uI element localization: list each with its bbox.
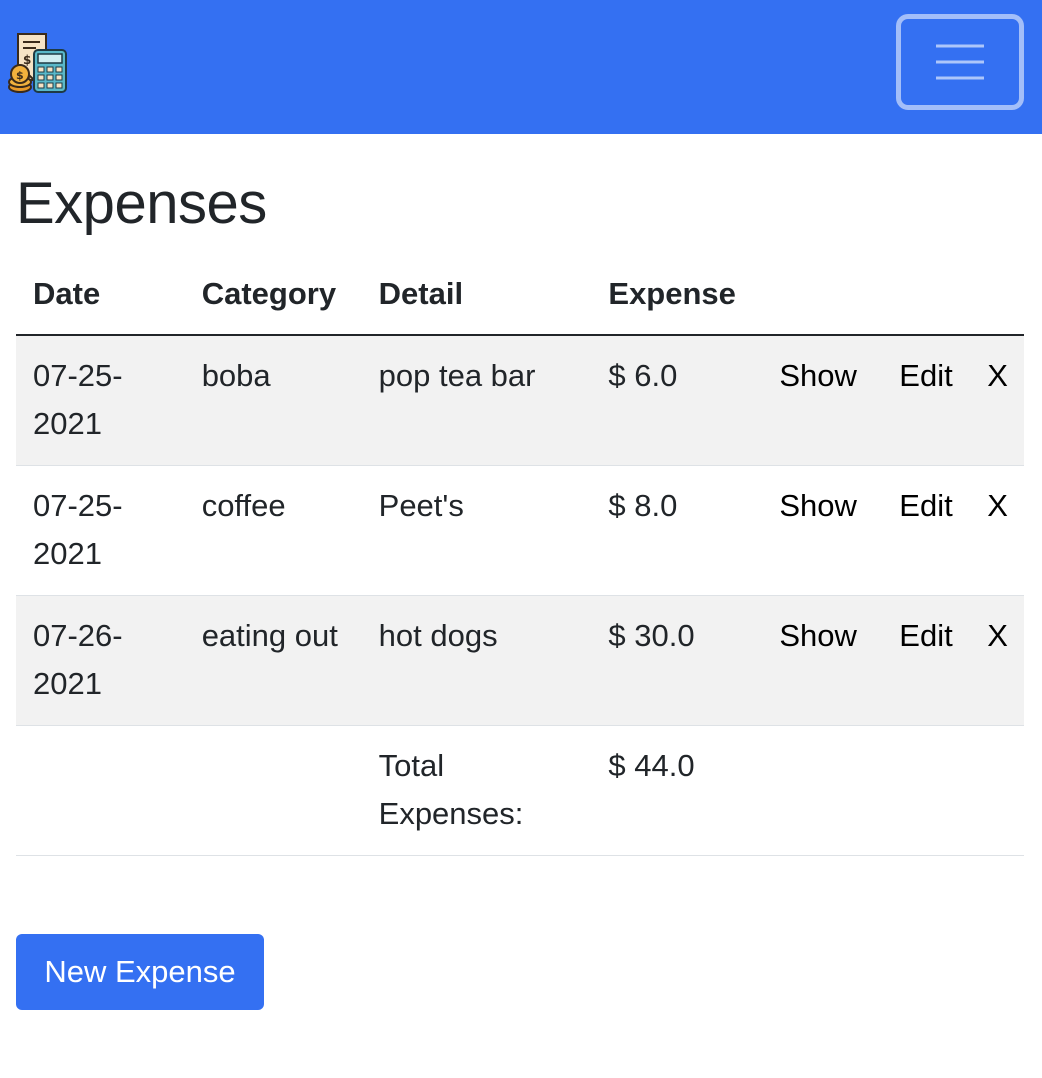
brand-logo-link[interactable]: $ $ xyxy=(6,30,72,96)
cell-edit: Edit xyxy=(882,595,971,726)
total-value: $ 44.0 xyxy=(591,725,763,856)
total-row: Total Expenses: $ 44.0 xyxy=(16,725,1024,856)
calculator-receipt-coins-icon: $ $ xyxy=(8,33,67,93)
cell-show: Show xyxy=(762,335,883,466)
table-row: 07-25-2021 boba pop tea bar $ 6.0 Show E… xyxy=(16,335,1024,466)
navbar: $ $ xyxy=(0,0,1042,134)
cell-delete: X xyxy=(970,595,1024,726)
cell-date: 07-25-2021 xyxy=(16,465,185,596)
cell-show: Show xyxy=(762,595,883,726)
expenses-table: Date Category Detail Expense 07-25-2021 … xyxy=(16,262,1024,856)
navbar-toggler-button[interactable] xyxy=(896,14,1024,110)
header-detail: Detail xyxy=(361,262,592,336)
cell-date: 07-25-2021 xyxy=(16,335,185,466)
total-label: Total Expenses: xyxy=(361,725,592,856)
cell-category: coffee xyxy=(184,465,362,596)
cell-expense: $ 8.0 xyxy=(591,465,763,596)
cell-empty xyxy=(970,725,1024,856)
show-link[interactable]: Show xyxy=(779,488,857,523)
cell-delete: X xyxy=(970,465,1024,596)
cell-empty xyxy=(762,725,883,856)
cell-date: 07-26-2021 xyxy=(16,595,185,726)
header-category: Category xyxy=(184,262,362,336)
new-expense-button[interactable]: New Expense xyxy=(16,934,264,1010)
cell-detail: Peet's xyxy=(361,465,592,596)
hamburger-menu-icon xyxy=(936,44,984,80)
table-body: 07-25-2021 boba pop tea bar $ 6.0 Show E… xyxy=(16,335,1024,856)
cell-edit: Edit xyxy=(882,335,971,466)
cell-category: eating out xyxy=(184,595,362,726)
header-empty xyxy=(762,262,883,336)
svg-text:$: $ xyxy=(23,53,31,67)
table-header: Date Category Detail Expense xyxy=(16,262,1024,336)
page-title: Expenses xyxy=(16,171,267,236)
cell-empty xyxy=(16,725,185,856)
delete-link[interactable]: X xyxy=(987,618,1008,653)
cell-expense: $ 30.0 xyxy=(591,595,763,726)
cell-empty xyxy=(882,725,971,856)
header-empty xyxy=(970,262,1024,336)
cell-category: boba xyxy=(184,335,362,466)
header-expense: Expense xyxy=(591,262,763,336)
header-empty xyxy=(882,262,971,336)
cell-empty xyxy=(184,725,362,856)
cell-detail: hot dogs xyxy=(361,595,592,726)
header-row: Date Category Detail Expense xyxy=(16,262,1024,336)
cell-delete: X xyxy=(970,335,1024,466)
show-link[interactable]: Show xyxy=(779,358,857,393)
cell-detail: pop tea bar xyxy=(361,335,592,466)
cell-edit: Edit xyxy=(882,465,971,596)
edit-link[interactable]: Edit xyxy=(899,618,952,653)
table-row: 07-25-2021 coffee Peet's $ 8.0 Show Edit… xyxy=(16,465,1024,596)
edit-link[interactable]: Edit xyxy=(899,358,952,393)
cell-expense: $ 6.0 xyxy=(591,335,763,466)
delete-link[interactable]: X xyxy=(987,488,1008,523)
table-row: 07-26-2021 eating out hot dogs $ 30.0 Sh… xyxy=(16,595,1024,726)
show-link[interactable]: Show xyxy=(779,618,857,653)
cell-show: Show xyxy=(762,465,883,596)
header-date: Date xyxy=(16,262,185,336)
delete-link[interactable]: X xyxy=(987,358,1008,393)
svg-text:$: $ xyxy=(16,69,24,82)
edit-link[interactable]: Edit xyxy=(899,488,952,523)
